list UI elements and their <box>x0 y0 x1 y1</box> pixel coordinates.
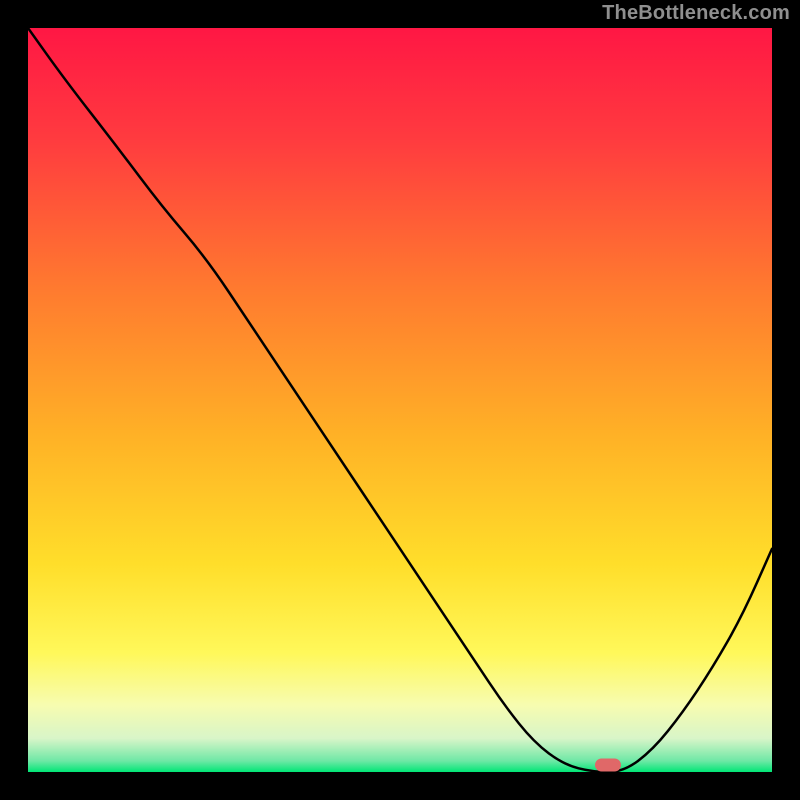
bottleneck-curve <box>28 28 772 772</box>
plot-area <box>28 28 772 772</box>
chart-stage: TheBottleneck.com <box>0 0 800 800</box>
watermark-text: TheBottleneck.com <box>602 2 790 25</box>
optimal-marker <box>595 758 621 771</box>
